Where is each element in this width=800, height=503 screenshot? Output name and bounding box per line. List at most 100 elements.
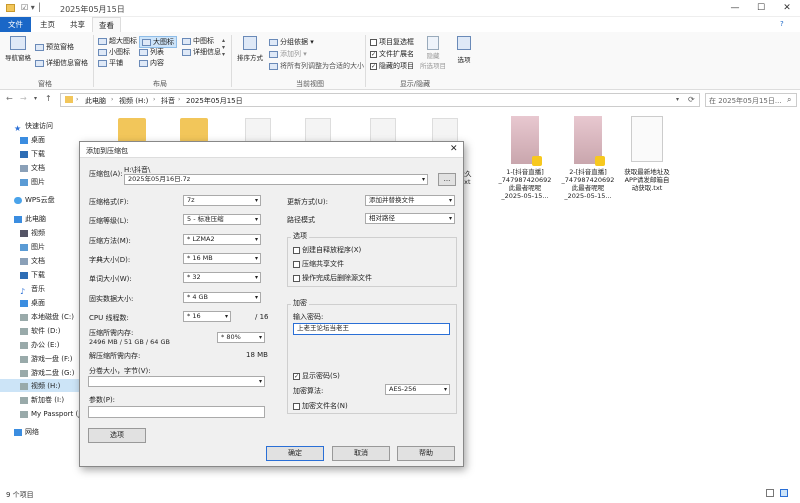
details-view-icon[interactable] [766, 489, 774, 497]
help-button[interactable]: 帮助 [397, 446, 455, 461]
format-select[interactable]: 7z ▾ [183, 195, 261, 206]
folder-icon[interactable] [180, 118, 208, 142]
breadcrumb-item[interactable]: 2025年05月15日 [186, 96, 243, 106]
add-columns-button[interactable]: 添加列 ▾ [269, 49, 307, 59]
sidebar-item-documents[interactable]: 文档 [20, 162, 45, 174]
tab-file[interactable]: 文件 [0, 17, 31, 32]
password-input[interactable]: 上老王论坛当老王 [293, 323, 450, 335]
address-bar[interactable]: › 此电脑 › 视频 (H:) › 抖音 › 2025年05月15日 ▾ ⟳ [60, 93, 700, 107]
minimize-button[interactable]: — [722, 0, 748, 16]
file-item-txt[interactable]: 获取最新地址及 APP请发邮箱自 动获取.txt [612, 116, 682, 192]
file-icon[interactable] [305, 118, 331, 142]
sidebar-item-drive-h[interactable]: 视频 (H:) [20, 380, 60, 392]
archive-name-input[interactable]: 2025年05月16日.7z ▾ [124, 174, 428, 185]
breadcrumb-item[interactable]: 此电脑 [85, 96, 106, 106]
layout-details[interactable]: 详细信息 [182, 47, 221, 57]
sidebar-item-drive-f[interactable]: 游戏一盘 (F:) [20, 353, 73, 365]
dict-select[interactable]: * 16 MB ▾ [183, 253, 261, 264]
sidebar-item-drive-i[interactable]: 新加卷 (I:) [20, 394, 64, 406]
tab-share[interactable]: 共享 [64, 17, 91, 32]
sidebar-item-documents2[interactable]: 文档 [20, 255, 45, 267]
up-icon[interactable]: ↑ [45, 94, 52, 103]
sidebar-item-desktop2[interactable]: 桌面 [20, 297, 45, 309]
chevron-down-icon[interactable]: ▾ [34, 95, 37, 102]
breadcrumb-item[interactable]: 视频 (H:) [119, 96, 148, 106]
back-icon[interactable]: ← [6, 94, 13, 103]
hide-selected-button[interactable]: 隐藏 所选项目 [420, 36, 446, 72]
options-button[interactable]: 选项 [452, 36, 476, 68]
ok-button[interactable]: 确定 [266, 446, 324, 461]
xl-icons-icon [98, 37, 107, 45]
file-icon[interactable] [370, 118, 396, 142]
sidebar-item-wps[interactable]: WPS云盘 [14, 194, 55, 206]
sidebar-item-drive-c[interactable]: 本地磁盘 (C:) [20, 311, 74, 323]
layout-medium-icons[interactable]: 中图标 [182, 36, 214, 46]
cancel-button[interactable]: 取消 [332, 446, 390, 461]
threads-select[interactable]: * 16 ▾ [183, 311, 231, 322]
sidebar-item-desktop[interactable]: 桌面 [20, 134, 45, 146]
search-input[interactable]: 在 2025年05月15日... ⌕ [705, 93, 797, 107]
nav-pane-button[interactable]: 导航窗格 [5, 36, 31, 64]
dialog-close-icon[interactable]: ✕ [450, 144, 458, 154]
maximize-button[interactable]: ☐ [748, 0, 774, 16]
encrypt-names-checkbox[interactable]: 加密文件名(N) [293, 401, 348, 411]
split-select[interactable]: ▾ [88, 376, 265, 387]
sidebar-item-network[interactable]: 网络 [14, 426, 39, 438]
chevron-down-icon[interactable]: ▾ [676, 96, 679, 103]
sidebar-item-videos[interactable]: 视频 [20, 227, 45, 239]
path-mode-select[interactable]: 相对路径 ▾ [365, 213, 455, 224]
item-checkboxes-toggle[interactable]: 项目复选框 [370, 37, 414, 47]
sidebar-item-pictures2[interactable]: 图片 [20, 241, 45, 253]
delete-after-checkbox[interactable]: 操作完成后删除源文件 [293, 273, 372, 283]
layout-content[interactable]: 内容 [139, 58, 164, 68]
sidebar-item-drive-g[interactable]: 游戏二盘 (G:) [20, 367, 74, 379]
breadcrumb-item[interactable]: 抖音 [161, 96, 175, 106]
word-select[interactable]: * 32 ▾ [183, 272, 261, 283]
solid-select[interactable]: * 4 GB ▾ [183, 292, 261, 303]
group-by-button[interactable]: 分组依据 ▾ [269, 37, 314, 47]
show-password-checkbox[interactable]: ✓ 显示密码(S) [293, 371, 340, 381]
layout-scroll-icon[interactable]: ▴ ▾ ▾ [222, 37, 225, 58]
mem-percent-select[interactable]: * 80% ▾ [217, 332, 265, 343]
sidebar-item-downloads[interactable]: 下载 [20, 148, 45, 160]
sidebar-item-music[interactable]: ♪ 音乐 [20, 283, 45, 296]
sidebar-item-drive-j[interactable]: My Passport (J:) [20, 408, 85, 420]
sidebar-item-drive-d[interactable]: 软件 (D:) [20, 325, 60, 337]
sidebar-item-quick-access[interactable]: ★ 快速访问 [14, 120, 53, 133]
file-icon[interactable] [432, 118, 458, 142]
shared-files-checkbox[interactable]: 压缩共享文件 [293, 259, 344, 269]
help-icon[interactable]: ? [780, 20, 784, 28]
params-input[interactable] [88, 406, 265, 418]
quick-access-toolbar[interactable]: ☑ ▾ │ [21, 3, 42, 12]
update-select[interactable]: 添加并替换文件 ▾ [365, 195, 455, 206]
level-select[interactable]: 5 - 标准压缩 ▾ [183, 214, 261, 225]
hidden-items-toggle[interactable]: ✓ 隐藏的项目 [370, 61, 414, 71]
file-icon[interactable] [245, 118, 271, 142]
sidebar-item-this-pc[interactable]: 此电脑 [14, 213, 46, 225]
close-button[interactable]: ✕ [774, 0, 800, 16]
sidebar-item-drive-e[interactable]: 办公 (E:) [20, 339, 59, 351]
large-icons-view-icon[interactable] [780, 489, 788, 497]
method-select[interactable]: * LZMA2 ▾ [183, 234, 261, 245]
tab-view[interactable]: 查看 [92, 17, 121, 32]
file-ext-toggle[interactable]: ✓ 文件扩展名 [370, 49, 414, 59]
layout-xl-icons[interactable]: 超大图标 [98, 36, 137, 46]
fit-columns-button[interactable]: 将所有列调整为合适的大小 [269, 61, 364, 71]
refresh-icon[interactable]: ⟳ [688, 95, 695, 104]
options-button[interactable]: 选项 [88, 428, 146, 443]
layout-small-icons[interactable]: 小图标 [98, 47, 130, 57]
file-item-video-1[interactable]: 1-[抖音直播] _747987420692 此最者呢呢 _2025-05-15… [490, 116, 560, 200]
enc-method-select[interactable]: AES-256 ▾ [385, 384, 450, 395]
sidebar-item-pictures[interactable]: 图片 [20, 176, 45, 188]
layout-tiles[interactable]: 平铺 [98, 58, 123, 68]
sidebar-item-downloads2[interactable]: 下载 [20, 269, 45, 281]
preview-pane-button[interactable]: 预览窗格 [35, 42, 74, 52]
tab-home[interactable]: 主页 [34, 17, 61, 32]
folder-icon[interactable] [118, 118, 146, 142]
layout-list[interactable]: 列表 [139, 47, 164, 57]
browse-button[interactable]: ... [438, 173, 456, 186]
forward-icon[interactable]: → [20, 94, 27, 103]
sort-button[interactable]: 排序方式 [236, 36, 264, 68]
details-pane-button[interactable]: 详细信息窗格 [35, 58, 88, 68]
sfx-checkbox[interactable]: 创建自释放程序(X) [293, 245, 361, 255]
